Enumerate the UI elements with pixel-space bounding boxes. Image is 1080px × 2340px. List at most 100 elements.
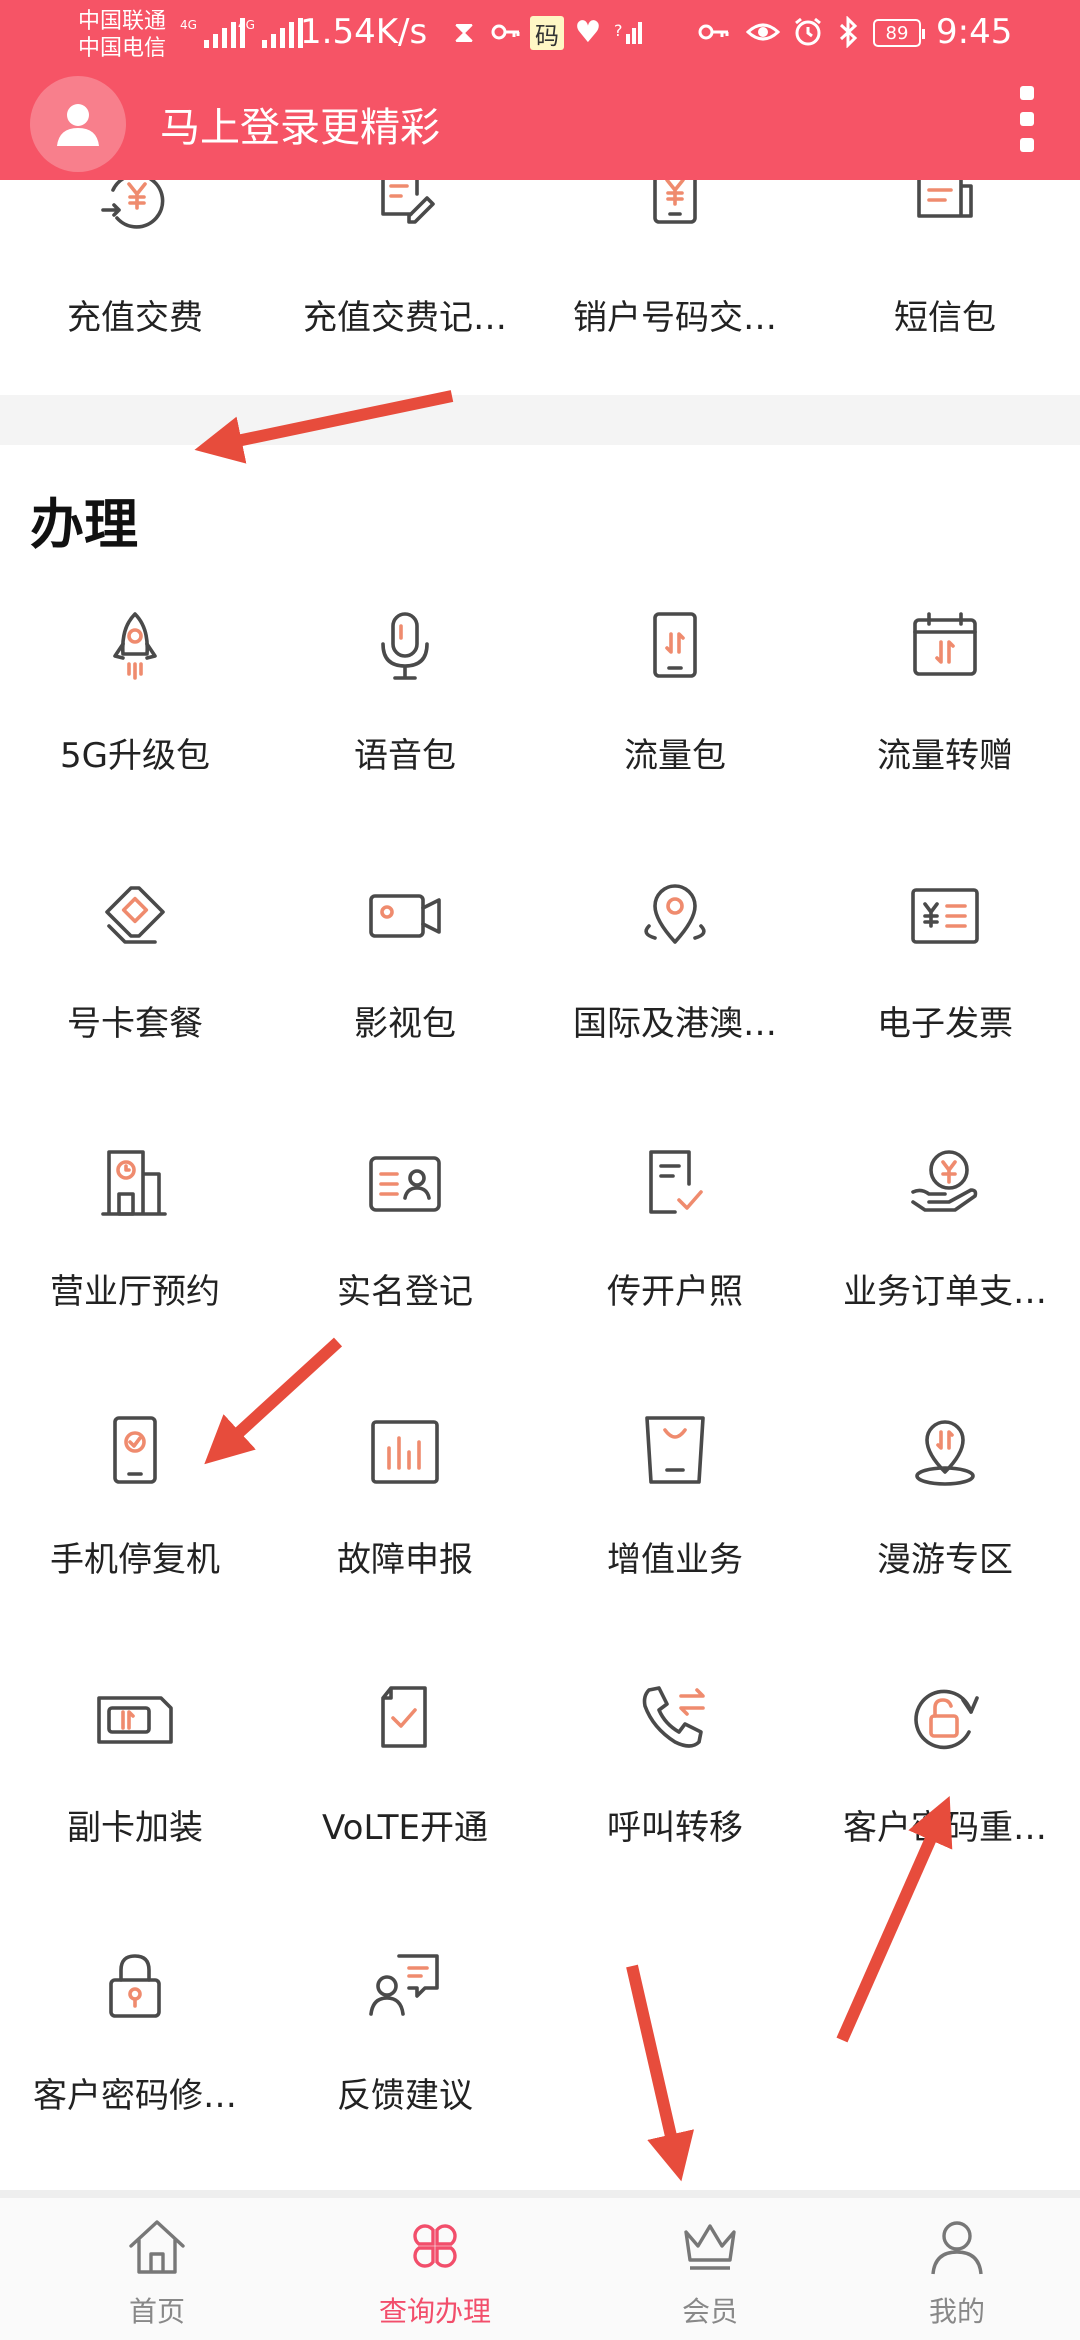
id-card-icon xyxy=(369,1156,441,1212)
signal-unknown-icon: ? xyxy=(612,14,648,50)
grid-item-upload-photo[interactable]: 传开户照 xyxy=(540,1144,810,1324)
home-icon xyxy=(129,2220,185,2274)
grid-item-video-package[interactable]: 影视包 xyxy=(270,876,540,1056)
grid-item-label: 电子发票 xyxy=(877,1004,1013,1044)
grid-item-recharge[interactable]: 充值交费 xyxy=(0,180,270,395)
grid-item-label: 语音包 xyxy=(354,736,456,776)
avatar[interactable] xyxy=(30,76,126,172)
network-2-label: 4G xyxy=(238,18,255,32)
sim-card-icon xyxy=(105,886,165,944)
grid-item-label: 营业厅预约 xyxy=(50,1272,220,1312)
grid-item-sim-plan[interactable]: 号卡套餐 xyxy=(0,876,270,1056)
grid-item-fault-report[interactable]: 故障申报 xyxy=(270,1412,540,1592)
grid-item-volte[interactable]: VoLTE开通 xyxy=(270,1680,540,1860)
hand-yuan-icon xyxy=(911,1150,978,1212)
grid-item-data-transfer[interactable]: 流量转赠 xyxy=(810,608,1080,788)
grid-item-label: 漫游专区 xyxy=(877,1540,1013,1580)
login-prompt[interactable]: 马上登录更精彩 xyxy=(160,95,440,153)
invoice-icon xyxy=(911,888,979,944)
network-speed: 1.54K/s xyxy=(300,12,428,52)
grid-item-e-invoice[interactable]: 电子发票 xyxy=(810,876,1080,1056)
svg-text:?: ? xyxy=(614,21,623,40)
key-icon xyxy=(696,14,732,50)
network-1-label: 4G xyxy=(180,18,197,32)
bluetooth-icon xyxy=(830,14,866,50)
volte-document-icon xyxy=(381,1686,427,1748)
grid-item-label: 传开户照 xyxy=(607,1272,743,1312)
grid-item-label: 流量包 xyxy=(624,736,726,776)
verification-code-icon: 码 xyxy=(530,16,564,50)
call-forward-icon xyxy=(642,1686,705,1748)
grid-item-label: 实名登记 xyxy=(337,1272,473,1312)
tab-query-handle[interactable]: 查询办理 xyxy=(300,2198,570,2340)
grid-item-hall-booking[interactable]: 营业厅预约 xyxy=(0,1144,270,1324)
clover-icon xyxy=(413,2224,457,2268)
query-section: 充值交费 充值交费记… 销户号码交… 短信包 xyxy=(0,180,1080,395)
building-clock-icon xyxy=(101,1150,167,1216)
grid-item-sms-package[interactable]: 短信包 xyxy=(810,180,1080,395)
grid-item-call-forward[interactable]: 呼叫转移 xyxy=(540,1680,810,1860)
bottom-tab-bar: 首页 查询办理 会员 我的 xyxy=(0,2190,1080,2340)
key-icon xyxy=(488,14,524,50)
user-icon xyxy=(57,104,99,146)
microphone-icon xyxy=(381,612,429,680)
section-title: 办理 xyxy=(30,493,138,556)
phone-check-icon xyxy=(113,1416,157,1484)
location-pin-icon xyxy=(644,884,706,944)
grid-item-recharge-record[interactable]: 充值交费记… xyxy=(270,180,540,395)
grid-item-label: 流量转赠 xyxy=(877,736,1013,776)
grid-item-label: 国际及港澳… xyxy=(573,1004,777,1044)
grid-item-data-package[interactable]: 流量包 xyxy=(540,608,810,788)
person-icon xyxy=(931,2221,983,2275)
more-vertical-icon[interactable] xyxy=(1010,82,1046,158)
grid-item-label: 充值交费记… xyxy=(303,298,507,338)
eye-icon xyxy=(745,14,781,50)
grid-item-label: 客户密码重… xyxy=(843,1808,1047,1848)
grid-item-international[interactable]: 国际及港澳… xyxy=(540,876,810,1056)
grid-item-secondary-card[interactable]: 副卡加装 xyxy=(0,1680,270,1860)
tab-member[interactable]: 会员 xyxy=(575,2198,845,2340)
grid-item-label: 短信包 xyxy=(894,298,996,338)
recharge-record-icon xyxy=(381,180,435,224)
grid-item-label: 号卡套餐 xyxy=(67,1004,203,1044)
hourglass-icon: ⧗ xyxy=(453,14,475,50)
signal-1-icon: 4G xyxy=(180,18,245,48)
crown-icon xyxy=(684,2224,736,2270)
bar-chart-icon xyxy=(371,1420,439,1484)
grid-item-label: 业务订单支… xyxy=(843,1272,1047,1312)
status-time: 9:45 xyxy=(936,12,1013,52)
secondary-card-icon xyxy=(97,1696,173,1744)
roaming-pin-icon xyxy=(915,1420,975,1486)
grid-item-phone-suspend[interactable]: 手机停复机 xyxy=(0,1412,270,1592)
carrier-labels: 中国联通 中国电信 xyxy=(78,8,166,62)
grid-item-roaming[interactable]: 漫游专区 xyxy=(810,1412,1080,1592)
grid-item-label: 5G升级包 xyxy=(60,736,210,776)
grid-item-voice-package[interactable]: 语音包 xyxy=(270,608,540,788)
status-bar: 中国联通 中国电信 4G 4G 1.54K/s ⧗ 码 ♥ ? 89 9:45 xyxy=(0,0,1080,72)
grid-item-label: 充值交费 xyxy=(67,298,203,338)
app-header: 中国联通 中国电信 4G 4G 1.54K/s ⧗ 码 ♥ ? 89 9:45 … xyxy=(0,0,1080,180)
app-screen: 中国联通 中国电信 4G 4G 1.54K/s ⧗ 码 ♥ ? 89 9:45 … xyxy=(0,0,1080,2340)
tab-label: 会员 xyxy=(681,2295,738,2328)
grid-item-cancel-number[interactable]: 销户号码交… xyxy=(540,180,810,395)
video-camera-icon xyxy=(369,894,441,938)
rocket-icon xyxy=(113,612,157,680)
tab-label: 查询办理 xyxy=(378,2295,491,2328)
battery-indicator: 89 xyxy=(873,19,925,47)
phone-data-icon xyxy=(653,612,697,678)
grid-item-5g-upgrade[interactable]: 5G升级包 xyxy=(0,608,270,788)
tab-home[interactable]: 首页 xyxy=(22,2198,292,2340)
grid-item-feedback[interactable]: 反馈建议 xyxy=(270,1948,540,2128)
grid-item-password-reset[interactable]: 客户密码重… xyxy=(810,1680,1080,1860)
grid-item-label: 增值业务 xyxy=(607,1540,743,1580)
section-divider xyxy=(0,395,1080,445)
grid-item-real-name[interactable]: 实名登记 xyxy=(270,1144,540,1324)
annotation-arrow xyxy=(626,1964,695,2182)
phone-yuan-icon xyxy=(653,180,697,224)
grid-item-value-added[interactable]: 增值业务 xyxy=(540,1412,810,1592)
grid-item-order-payment[interactable]: 业务订单支… xyxy=(810,1144,1080,1324)
tab-mine[interactable]: 我的 xyxy=(822,2198,1080,2340)
grid-item-password-change[interactable]: 客户密码修… xyxy=(0,1948,270,2128)
unlock-refresh-icon xyxy=(914,1689,979,1750)
shopping-bag-icon xyxy=(645,1416,705,1484)
